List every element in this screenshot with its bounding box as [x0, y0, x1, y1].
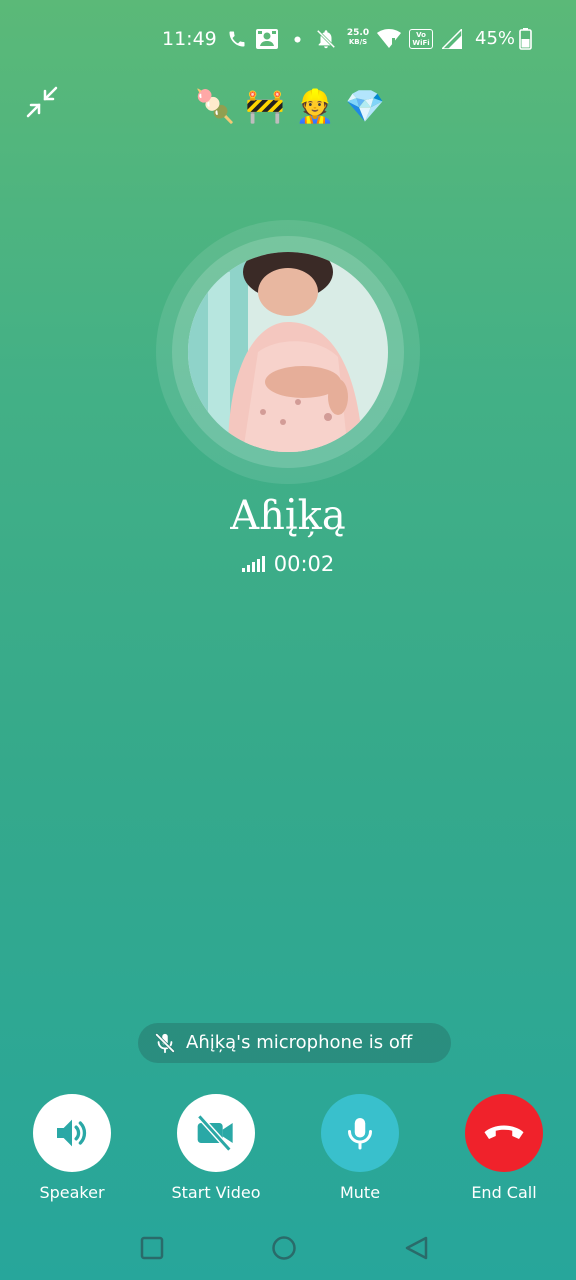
- network-speed-value: 25.0: [346, 28, 370, 38]
- network-speed-unit: KB/S: [348, 38, 368, 46]
- start-video-button-circle[interactable]: [177, 1094, 255, 1172]
- battery-icon: [518, 27, 532, 51]
- microphone-off-toast: Aɦį̇ķą's microphone is off: [138, 1023, 451, 1063]
- mute-button-circle[interactable]: [321, 1094, 399, 1172]
- end-call-icon: [484, 1125, 524, 1139]
- end-call-label: End Call: [471, 1183, 537, 1202]
- speaker-label: Speaker: [39, 1183, 105, 1202]
- speaker-button[interactable]: Speaker: [12, 1094, 132, 1214]
- mute-label: Mute: [339, 1183, 381, 1202]
- gem-emoji: 💎: [345, 87, 385, 125]
- end-call-button-circle[interactable]: [465, 1094, 543, 1172]
- phone-icon: [226, 27, 248, 51]
- mic-off-icon: [155, 1033, 175, 1054]
- dot-icon: [292, 27, 302, 51]
- call-controls: Speaker Start Video Mute End Call: [0, 1094, 576, 1214]
- mute-bell-icon: [314, 27, 338, 51]
- call-timer: 00:02: [273, 552, 335, 576]
- start-video-label: Start Video: [171, 1183, 261, 1202]
- vowifi-line2: WiFi: [412, 39, 430, 47]
- square-icon: [140, 1236, 164, 1260]
- construction-worker-emoji: 👷: [295, 87, 335, 125]
- speaker-icon: [57, 1119, 87, 1147]
- mute-button[interactable]: Mute: [300, 1094, 420, 1214]
- microphone-off-text: Aɦį̇ķą's microphone is off: [186, 1032, 413, 1053]
- vowifi-line1: Vo: [416, 31, 426, 39]
- navigation-bar: [0, 1222, 576, 1272]
- status-time: 11:49: [162, 28, 217, 50]
- status-bar: 11:49 25.0 KB/S Vo WiFi 45%: [0, 0, 576, 78]
- avatar: [188, 252, 388, 452]
- back-triangle-icon: [405, 1236, 428, 1260]
- video-off-icon: [197, 1114, 233, 1152]
- caller-name: Aɦį̇ķą: [230, 493, 346, 539]
- collapse-arrows-icon: [26, 86, 58, 118]
- dango-emoji: 🍡: [195, 87, 235, 125]
- recents-button[interactable]: [138, 1234, 166, 1262]
- home-button[interactable]: [270, 1234, 298, 1262]
- construction-emoji: 🚧: [245, 87, 285, 125]
- network-speed: 25.0 KB/S: [344, 28, 372, 46]
- microphone-icon: [348, 1118, 372, 1150]
- wifi-icon: [376, 27, 402, 51]
- battery-percent: 45%: [475, 28, 516, 49]
- minimize-call-button[interactable]: [24, 84, 60, 120]
- signal-strength-icon: [241, 556, 265, 572]
- back-button[interactable]: [402, 1234, 430, 1262]
- start-video-button[interactable]: Start Video: [156, 1094, 276, 1214]
- end-call-button[interactable]: End Call: [444, 1094, 564, 1214]
- call-status: 00:02: [0, 550, 576, 578]
- emoji-row: 🍡 🚧 👷 💎: [195, 84, 385, 128]
- vowifi-icon: Vo WiFi: [408, 27, 434, 51]
- signal-icon: [440, 27, 464, 51]
- speaker-button-circle[interactable]: [33, 1094, 111, 1172]
- contacts-notification-icon: [254, 27, 280, 51]
- circle-icon: [272, 1236, 296, 1260]
